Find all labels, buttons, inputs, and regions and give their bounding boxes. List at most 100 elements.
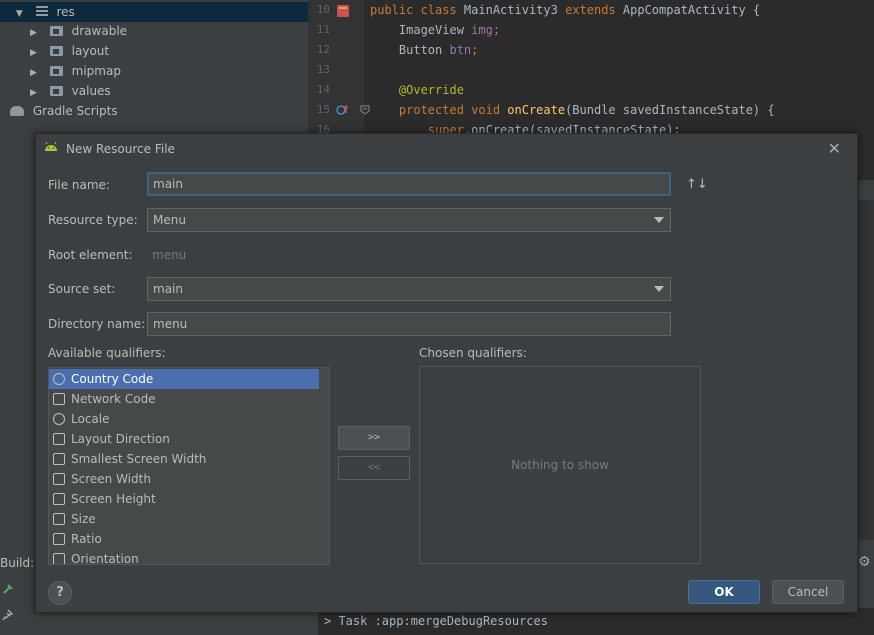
qualifier-item[interactable]: Layout Direction xyxy=(49,429,319,449)
tree-item-label: values xyxy=(71,84,111,98)
width-icon xyxy=(53,473,65,485)
build-side-toolbar xyxy=(0,575,18,635)
gradle-elephant-icon xyxy=(10,106,24,116)
code-token: @Override xyxy=(370,83,464,97)
qualifier-label: Locale xyxy=(71,412,110,426)
file-name-input[interactable]: main xyxy=(147,172,671,196)
code-line[interactable]: 10 public class MainActivity3 extends App… xyxy=(308,0,874,20)
gear-icon[interactable]: ⚙ xyxy=(858,554,871,570)
collapse-arrow-icon[interactable]: ▶ xyxy=(30,43,40,63)
code-token: public class xyxy=(370,3,464,17)
chevron-down-icon xyxy=(654,217,664,223)
code-line[interactable]: 11 ImageView img; xyxy=(308,20,874,40)
root-element-field[interactable]: menu xyxy=(147,243,671,267)
qualifier-item[interactable]: Orientation xyxy=(49,549,319,565)
collapse-arrow-icon[interactable]: ▶ xyxy=(30,83,40,103)
code-token: extends xyxy=(565,3,623,17)
tree-item-label: layout xyxy=(71,44,110,58)
build-label: Build: xyxy=(0,556,35,570)
collapse-arrow-icon[interactable]: ▶ xyxy=(30,23,40,43)
add-qualifier-button[interactable]: >> xyxy=(338,426,410,450)
line-number: 14 xyxy=(316,83,330,96)
qualifier-item[interactable]: Screen Height xyxy=(49,489,319,509)
expand-arrow-icon[interactable]: ▼ xyxy=(16,4,26,24)
new-resource-file-dialog: New Resource File ✕ File name: main ↑↓ R… xyxy=(35,133,858,613)
dialog-title-bar: New Resource File ✕ xyxy=(36,134,857,164)
qualifier-label: Screen Height xyxy=(71,492,156,506)
size-icon xyxy=(53,513,65,525)
code-editor[interactable]: 10 public class MainActivity3 extends App… xyxy=(308,0,874,135)
qualifier-label: Screen Width xyxy=(71,472,151,486)
globe-icon xyxy=(53,373,65,385)
editor-right-gutter xyxy=(858,200,874,540)
tree-item-layout[interactable]: ▶ layout xyxy=(30,41,109,61)
code-text: @Override xyxy=(370,80,464,100)
android-icon xyxy=(45,142,57,151)
qualifier-item[interactable]: Screen Width xyxy=(49,469,319,489)
code-line[interactable]: 14 @Override xyxy=(308,80,874,100)
collapse-arrow-icon[interactable]: ▶ xyxy=(30,63,40,83)
cancel-button[interactable]: Cancel xyxy=(772,580,844,604)
qualifier-item[interactable]: Smallest Screen Width xyxy=(49,449,319,469)
folder-icon xyxy=(49,46,63,56)
network-icon xyxy=(53,393,65,405)
qualifier-item[interactable]: Country Code xyxy=(49,369,319,389)
available-qualifiers-list[interactable]: Country Code Network Code Locale Layout Dir… xyxy=(48,367,330,565)
code-token: (Bundle savedInstanceState) { xyxy=(565,103,775,117)
qualifier-item[interactable]: Locale xyxy=(49,409,319,429)
tree-item-label: drawable xyxy=(71,24,128,38)
tree-item-mipmap[interactable]: ▶ mipmap xyxy=(30,61,121,81)
qualifier-item[interactable]: Ratio xyxy=(49,529,319,549)
code-token: MainActivity3 xyxy=(463,3,566,17)
tree-item-label: res xyxy=(56,5,75,19)
available-qualifiers-label: Available qualifiers: xyxy=(48,346,166,360)
code-text: Button btn; xyxy=(370,40,479,60)
pin-icon[interactable] xyxy=(2,609,14,621)
remove-qualifier-button[interactable]: << xyxy=(338,456,410,480)
empty-state-text: Nothing to show xyxy=(511,458,609,472)
chevron-down-icon xyxy=(654,286,664,292)
tree-item-drawable[interactable]: ▶ drawable xyxy=(30,21,127,41)
resource-type-label: Resource type: xyxy=(48,213,138,227)
directory-name-input[interactable]: menu xyxy=(147,312,671,336)
qualifier-label: Orientation xyxy=(71,552,139,565)
code-text: public class MainActivity3 extends AppCo… xyxy=(370,0,760,20)
orientation-icon xyxy=(53,553,65,564)
qualifier-label: Smallest Screen Width xyxy=(71,452,207,466)
qualifier-label: Size xyxy=(71,512,96,526)
line-number: 15 xyxy=(316,103,330,116)
line-number: 10 xyxy=(316,3,330,16)
tree-item-values[interactable]: ▶ values xyxy=(30,81,111,101)
source-set-label: Source set: xyxy=(48,282,116,296)
code-token: img xyxy=(471,23,493,37)
close-icon[interactable]: ✕ xyxy=(828,134,841,164)
root-element-label: Root element: xyxy=(48,248,133,262)
hammer-icon[interactable] xyxy=(2,583,14,595)
qualifier-label: Layout Direction xyxy=(71,432,170,446)
tree-item-gradle-scripts[interactable]: Gradle Scripts xyxy=(10,101,118,121)
tree-item-res[interactable]: ▼ res xyxy=(0,2,308,22)
resource-folder-icon xyxy=(35,6,48,18)
code-line[interactable]: 12 Button btn; xyxy=(308,40,874,60)
chosen-qualifiers-list[interactable]: Nothing to show xyxy=(419,366,701,564)
height-icon xyxy=(53,493,65,505)
code-token: ; xyxy=(471,43,479,57)
line-number: 11 xyxy=(316,23,330,36)
qualifier-label: Ratio xyxy=(71,532,102,546)
line-number: 12 xyxy=(316,43,330,56)
qualifier-item[interactable]: Size xyxy=(49,509,319,529)
folder-icon xyxy=(49,26,63,36)
code-line[interactable]: 15 protected void onCreate(Bundle savedI… xyxy=(308,100,874,120)
resource-type-dropdown[interactable]: Menu xyxy=(147,208,671,232)
direction-icon xyxy=(53,433,65,445)
ok-button[interactable]: OK xyxy=(688,580,760,604)
source-set-dropdown[interactable]: main xyxy=(147,277,671,301)
sort-arrows-icon[interactable]: ↑↓ xyxy=(686,177,708,192)
folder-icon xyxy=(49,66,63,76)
code-token: AppCompatActivity { xyxy=(622,3,761,17)
help-button[interactable]: ? xyxy=(48,581,72,605)
code-token: Button xyxy=(370,43,450,57)
directory-name-label: Directory name: xyxy=(48,317,146,331)
qualifier-item[interactable]: Network Code xyxy=(49,389,319,409)
code-line[interactable]: 13 xyxy=(308,60,874,80)
